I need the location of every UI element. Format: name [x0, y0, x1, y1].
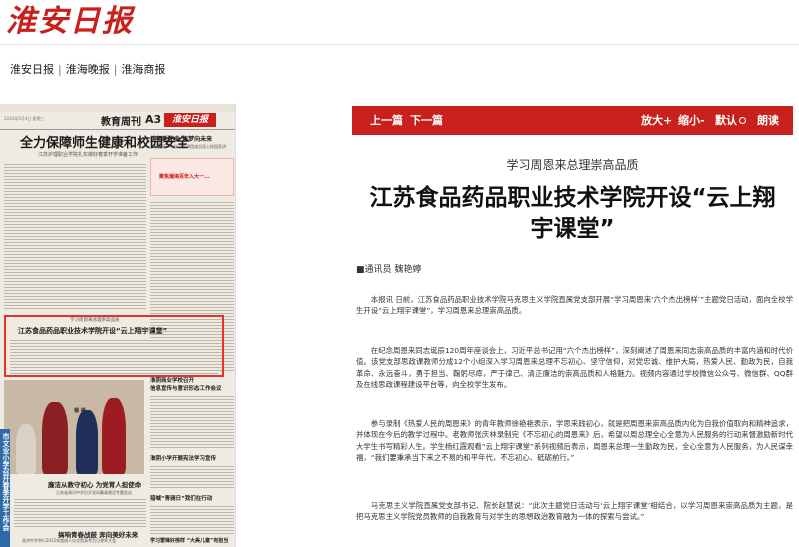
article-paragraph: 马克思主义学院直属党支部书记、院长赵慧说：“此次主题党日活动与‘云上翔宇课堂’相… [356, 501, 793, 522]
page-banner-image: 聚焦瀚海百年入大一... [150, 158, 234, 196]
page-vertical-banner: 市文业小学召开春季开学工作会 [0, 429, 10, 547]
next-article-button[interactable]: 下一篇 [410, 106, 443, 135]
page-photo [4, 380, 144, 474]
nav-separator: | [113, 62, 118, 76]
nav-link-huaian-daily[interactable]: 淮安日报 [10, 61, 54, 77]
zoom-out-button[interactable]: 缩小- [678, 106, 705, 135]
photo-figure [42, 402, 68, 474]
page-article-title[interactable]: 猎喊“青骑日”我们在行动 [150, 494, 212, 502]
page-article-title[interactable]: 信息宣传与意识形态工作会议 [150, 384, 222, 392]
nav-link-huaihai-business[interactable]: 淮海商报 [121, 61, 165, 77]
page-text-block [14, 497, 146, 527]
page-text-block [4, 162, 146, 310]
page-article-title[interactable]: 廉洁从教守初心 为党育人担使命 [48, 479, 141, 489]
page-article-title[interactable]: 学习雷锋好榜样 “大美儿童”有担当 [150, 537, 228, 544]
page-article-title[interactable]: 共担新使命 逐梦向未来 [150, 134, 212, 143]
page-article-title[interactable]: 淮阴小学开展宪法学习宣传 [150, 454, 216, 462]
current-article-highlight[interactable] [4, 315, 224, 377]
page-vertical-banner-text: 市文业小学召开春季开学工作会 [2, 433, 10, 531]
paper-nav: 淮安日报 | 淮海晚报 | 淮海商报 [10, 61, 165, 77]
header-divider [0, 44, 799, 45]
page-section: 教育周刊 [101, 117, 141, 128]
page-mini-logo: 淮安日报 [164, 113, 216, 127]
page-article-subtitle: 淮洪中学举行2022年度成人仪式暨高考百日誓师大会 [22, 538, 117, 543]
article-kicker: 学习周恩来总理崇高品质 [506, 158, 639, 172]
article-paragraph: 本报讯 日前，江苏食品药品职业技术学院马克思主义学院直属党支部开展“学习周恩来‘… [356, 295, 793, 316]
article-paragraph: 参与录制《热爱人民的周恩来》的青年教师徐艳艳表示，学思来践初心，就是把周恩来崇高… [356, 419, 793, 462]
default-size-button[interactable]: 默认 [715, 106, 746, 135]
page-text-block [150, 394, 234, 450]
read-aloud-button[interactable]: 朗读 [757, 106, 779, 135]
page-text-block [150, 504, 234, 534]
page-article-title[interactable]: 淮阴商业学校召开 [150, 376, 194, 384]
page-number: A3 [145, 113, 162, 126]
nav-separator: | [58, 62, 62, 76]
default-size-label: 默认 [715, 114, 737, 127]
photo-figure [76, 410, 98, 474]
page-article-subtitle: 江苏省清河中学召开党风廉政建设专题会议 [56, 490, 132, 495]
page-text-block [150, 464, 234, 490]
page-banner-text: 聚焦瀚海百年入大一... [159, 174, 210, 180]
page-top-strip [0, 104, 235, 112]
article-title: 江苏食品药品职业技术学院开设“云上翔宇课堂” [369, 185, 776, 242]
newspaper-page[interactable]: 2022年5月4日 星期三 教育周刊 A3 淮安日报 全力保障师生健康和校园安全… [0, 104, 236, 547]
page-caption: 楊 楊 [74, 408, 86, 414]
page-header: 2022年5月4日 星期三 教育周刊 A3 淮安日报 [0, 112, 235, 130]
photo-figure [16, 424, 36, 474]
page-article-subtitle: 市全国青少年学习宣讲团成员深入校园宣讲 [150, 144, 226, 149]
site-logo-text: 淮安日报 [6, 4, 134, 39]
nav-link-huaihai-evening[interactable]: 淮海晚报 [66, 61, 110, 77]
prev-article-button[interactable]: 上一篇 [370, 106, 403, 135]
site-logo[interactable]: 淮安日报 [6, 3, 134, 41]
radio-circle-icon [739, 117, 746, 124]
photo-figure [102, 398, 126, 474]
article-toolbar: 上一篇 下一篇 放大+ 缩小- 默认 朗读 [352, 106, 793, 135]
article-paragraph: 在纪念周恩来同志诞辰120周年座谈会上，习近平总书记用“六个杰出榜样”，深刻阐述… [356, 346, 793, 389]
page-date: 2022年5月4日 星期三 [4, 116, 45, 121]
zoom-in-button[interactable]: 放大+ [641, 106, 672, 135]
page-article-subhead: 江苏护理职业学院扎实做好春季开学准备工作 [38, 152, 139, 158]
article-byline: ■通讯员 魏艳婷 [356, 265, 422, 275]
article-panel: 上一篇 下一篇 放大+ 缩小- 默认 朗读 学习周恩来总理崇高品质 江苏食品药品… [352, 104, 793, 547]
